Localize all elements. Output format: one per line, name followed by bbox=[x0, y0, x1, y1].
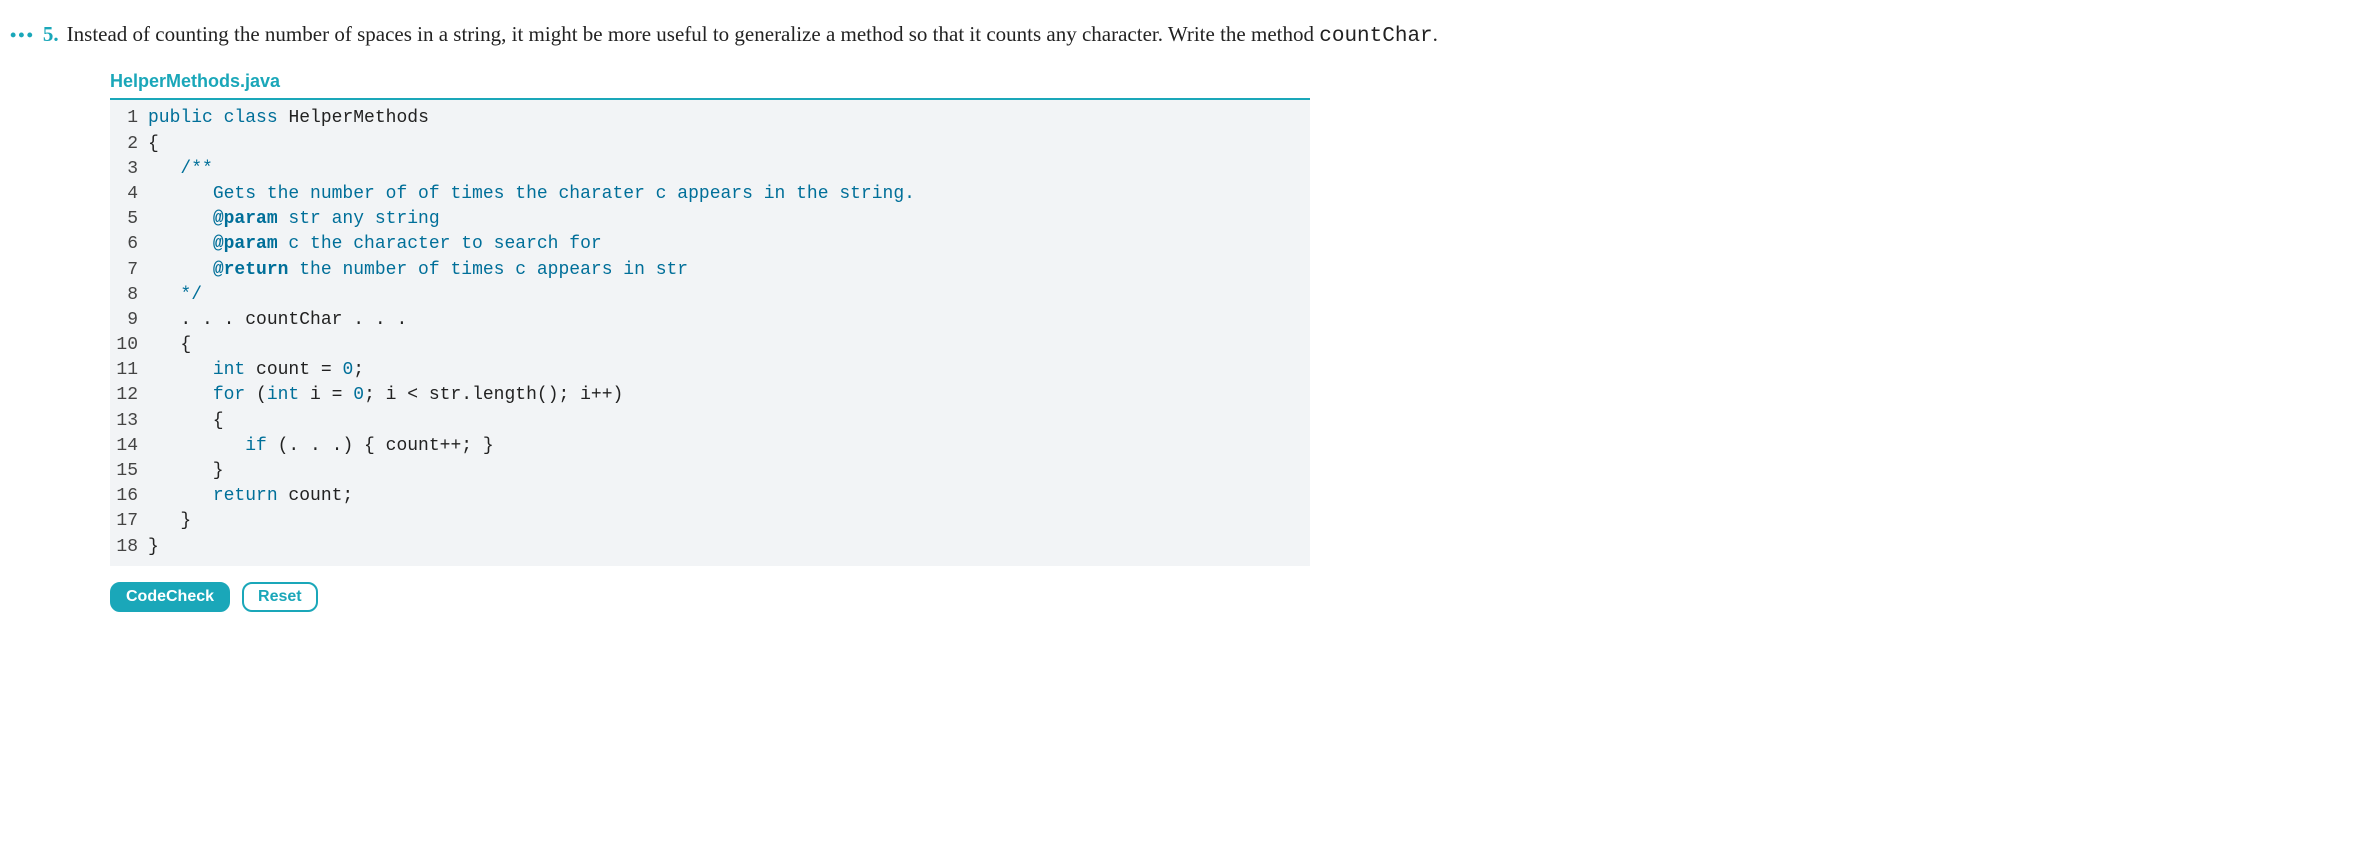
code-row: 10 { bbox=[110, 333, 1310, 358]
code-row: 18} bbox=[110, 535, 1310, 560]
line-number: 14 bbox=[110, 434, 148, 459]
code-row: 16 return count; bbox=[110, 484, 1310, 509]
exercise-code-word: countChar bbox=[1319, 25, 1432, 48]
line-number: 18 bbox=[110, 535, 148, 560]
exercise-prompt-before: Instead of counting the number of spaces… bbox=[67, 22, 1320, 46]
code-row: 12 for (int i = 0; i < str.length(); i++… bbox=[110, 383, 1310, 408]
code-row: 14 if (. . .) { count++; } bbox=[110, 434, 1310, 459]
code-line[interactable]: } bbox=[148, 509, 1310, 534]
codecheck-button[interactable]: CodeCheck bbox=[110, 582, 230, 612]
code-line[interactable]: . . . countChar . . . bbox=[148, 308, 1310, 333]
line-number: 7 bbox=[110, 258, 148, 283]
exercise-prompt-after: . bbox=[1433, 22, 1438, 46]
button-row: CodeCheck Reset bbox=[110, 582, 1310, 612]
code-row: 8 */ bbox=[110, 283, 1310, 308]
code-line[interactable]: Gets the number of of times the charater… bbox=[148, 182, 1310, 207]
code-line[interactable]: /** bbox=[148, 157, 1310, 182]
line-number: 17 bbox=[110, 509, 148, 534]
line-number: 12 bbox=[110, 383, 148, 408]
code-row: 13 { bbox=[110, 409, 1310, 434]
code-line[interactable]: { bbox=[148, 409, 1310, 434]
line-number: 11 bbox=[110, 358, 148, 383]
difficulty-dots: ••• bbox=[10, 25, 35, 46]
code-line[interactable]: for (int i = 0; i < str.length(); i++) bbox=[148, 383, 1310, 408]
code-line[interactable]: if (. . .) { count++; } bbox=[148, 434, 1310, 459]
code-row: 15 } bbox=[110, 459, 1310, 484]
code-row: 7 @return the number of times c appears … bbox=[110, 258, 1310, 283]
line-number: 13 bbox=[110, 409, 148, 434]
line-number: 16 bbox=[110, 484, 148, 509]
code-line[interactable]: @param c the character to search for bbox=[148, 232, 1310, 257]
line-number: 10 bbox=[110, 333, 148, 358]
code-line[interactable]: @return the number of times c appears in… bbox=[148, 258, 1310, 283]
code-row: 4 Gets the number of of times the charat… bbox=[110, 182, 1310, 207]
code-row: 11 int count = 0; bbox=[110, 358, 1310, 383]
exercise-text: Instead of counting the number of spaces… bbox=[67, 20, 1438, 51]
line-number: 8 bbox=[110, 283, 148, 308]
exercise-header: ••• 5. Instead of counting the number of… bbox=[10, 20, 2352, 51]
line-number: 5 bbox=[110, 207, 148, 232]
code-line[interactable]: { bbox=[148, 333, 1310, 358]
line-number: 3 bbox=[110, 157, 148, 182]
code-line[interactable]: public class HelperMethods bbox=[148, 106, 1310, 131]
line-number: 4 bbox=[110, 182, 148, 207]
code-row: 2{ bbox=[110, 132, 1310, 157]
code-row: 1public class HelperMethods bbox=[110, 106, 1310, 131]
code-row: 3 /** bbox=[110, 157, 1310, 182]
code-row: 6 @param c the character to search for bbox=[110, 232, 1310, 257]
line-number: 2 bbox=[110, 132, 148, 157]
code-line[interactable]: return count; bbox=[148, 484, 1310, 509]
code-line[interactable]: } bbox=[148, 535, 1310, 560]
line-number: 1 bbox=[110, 106, 148, 131]
line-number: 6 bbox=[110, 232, 148, 257]
reset-button[interactable]: Reset bbox=[242, 582, 318, 612]
line-number: 9 bbox=[110, 308, 148, 333]
code-row: 5 @param str any string bbox=[110, 207, 1310, 232]
code-line[interactable]: */ bbox=[148, 283, 1310, 308]
line-number: 15 bbox=[110, 459, 148, 484]
code-line[interactable]: } bbox=[148, 459, 1310, 484]
code-line[interactable]: int count = 0; bbox=[148, 358, 1310, 383]
code-editor[interactable]: 1public class HelperMethods2{3 /**4 Gets… bbox=[110, 98, 1310, 565]
code-line[interactable]: @param str any string bbox=[148, 207, 1310, 232]
code-row: 17 } bbox=[110, 509, 1310, 534]
exercise-number: 5. bbox=[43, 22, 59, 47]
content-block: HelperMethods.java 1public class HelperM… bbox=[110, 71, 1310, 611]
code-line[interactable]: { bbox=[148, 132, 1310, 157]
file-name: HelperMethods.java bbox=[110, 71, 1310, 92]
code-row: 9 . . . countChar . . . bbox=[110, 308, 1310, 333]
